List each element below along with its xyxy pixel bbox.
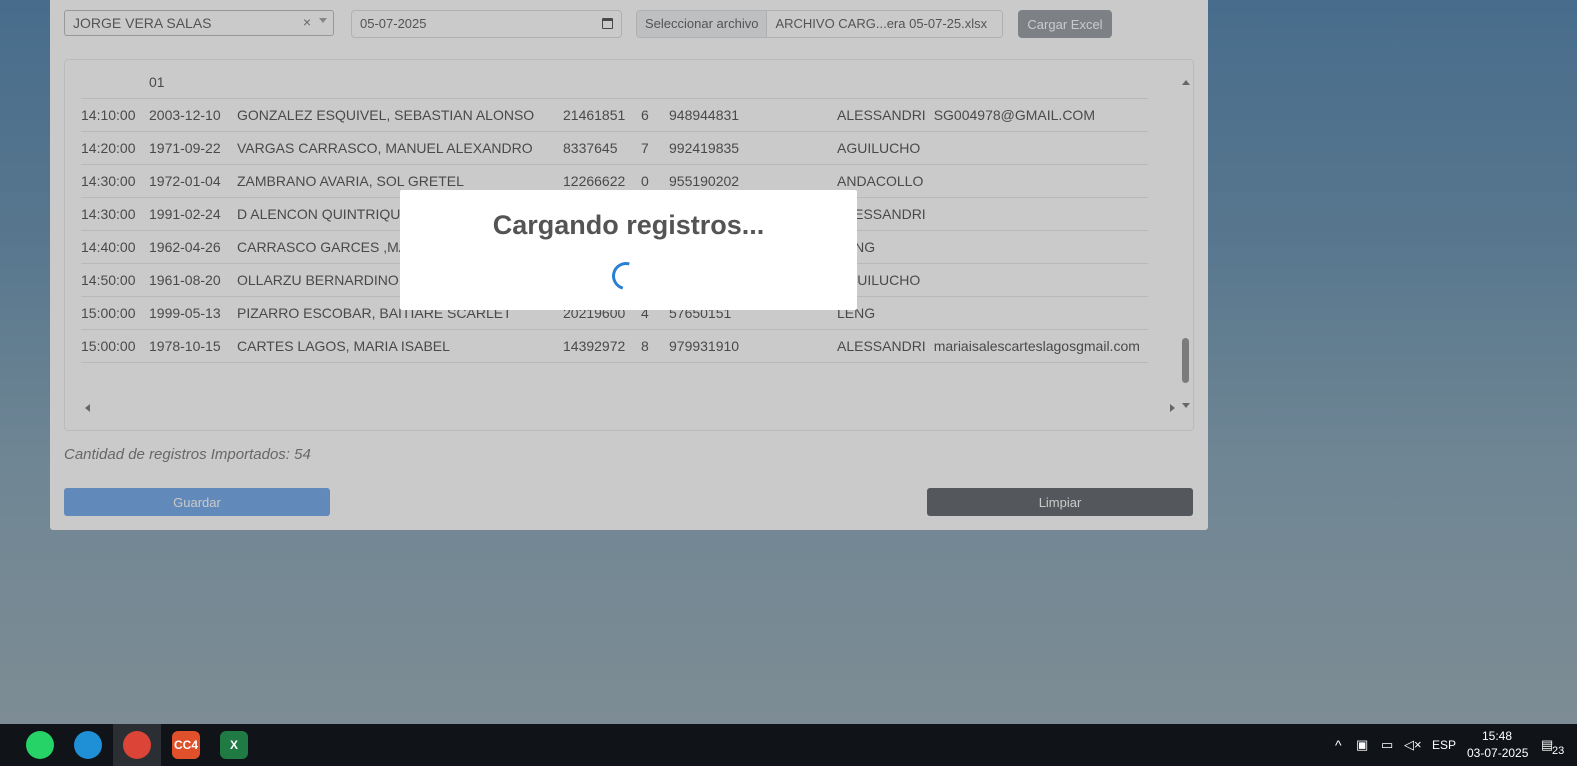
language-indicator[interactable]: ESP <box>1432 738 1456 752</box>
show-hidden-icons-chevron-icon[interactable]: ^ <box>1335 737 1342 753</box>
modal-backdrop <box>0 0 1577 724</box>
security-icon[interactable]: ▣ <box>1356 737 1368 753</box>
chrome-icon[interactable] <box>123 731 151 759</box>
excel-icon[interactable]: X <box>220 731 248 759</box>
cc4-icon[interactable]: CC4 <box>172 731 200 759</box>
clock-date[interactable]: 03-07-2025 <box>1467 746 1528 760</box>
notification-count-badge: 23 <box>1552 745 1565 757</box>
loading-modal: Cargando registros... <box>400 190 857 310</box>
clock-time[interactable]: 15:48 <box>1482 729 1512 743</box>
volume-muted-icon[interactable]: ◁× <box>1404 737 1422 753</box>
loading-title: Cargando registros... <box>492 210 765 240</box>
taskbar: CC4 X ^ ▣ ▭ ◁× ESP 15:48 03-07-2025 ▤ 23 <box>0 724 1577 766</box>
whatsapp-icon[interactable] <box>26 731 54 759</box>
edge-icon[interactable] <box>74 731 102 759</box>
network-icon[interactable]: ▭ <box>1381 737 1393 753</box>
